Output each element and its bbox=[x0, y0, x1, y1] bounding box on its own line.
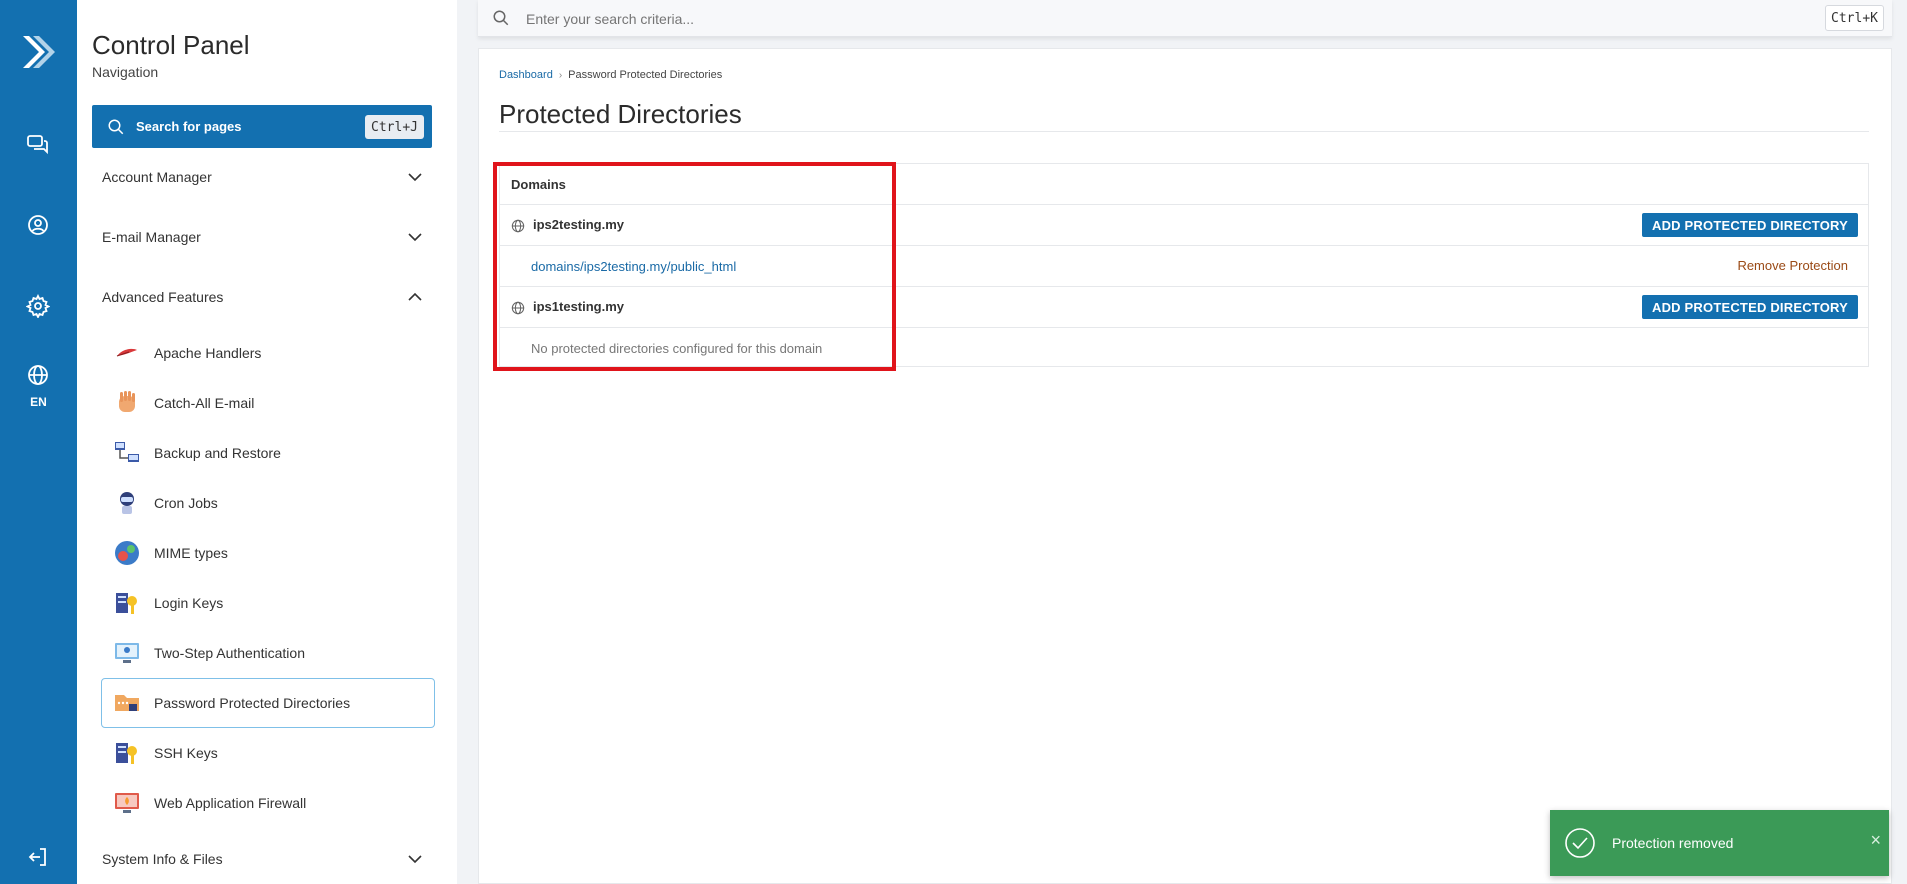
chevron-right-icon: › bbox=[558, 69, 563, 81]
chevron-down-icon bbox=[408, 855, 422, 864]
section-label: System Info & Files bbox=[102, 851, 223, 867]
key-icon bbox=[114, 590, 140, 616]
firewall-icon bbox=[114, 790, 140, 816]
global-search-shortcut: Ctrl+K bbox=[1825, 5, 1884, 31]
column-header-domains: Domains bbox=[511, 176, 566, 192]
monitor-icon bbox=[114, 640, 140, 666]
sidebar-item-ssh-keys[interactable]: SSH Keys bbox=[101, 728, 435, 778]
chevron-down-icon bbox=[408, 173, 422, 182]
sidebar-item-label: MIME types bbox=[154, 545, 228, 561]
section-account-manager[interactable]: Account Manager bbox=[102, 162, 427, 192]
section-label: Account Manager bbox=[102, 169, 212, 185]
table-row-directory: domains/ips2testing.my/public_html Remov… bbox=[500, 246, 1868, 287]
robot-icon bbox=[114, 490, 140, 516]
title-divider bbox=[499, 131, 1869, 132]
sidebar-item-label: SSH Keys bbox=[154, 745, 218, 761]
domain-name: ips2testing.my bbox=[533, 217, 625, 233]
main-panel: Dashboard › Password Protected Directori… bbox=[478, 48, 1892, 884]
feather-icon bbox=[114, 340, 140, 366]
breadcrumb-current: Password Protected Directories bbox=[568, 69, 723, 81]
protected-directory-link[interactable]: domains/ips2testing.my/public_html bbox=[500, 259, 736, 274]
sidebar-item-catch-all-email[interactable]: Catch-All E-mail bbox=[101, 378, 435, 428]
check-circle-icon bbox=[1565, 828, 1595, 858]
sidebar-item-label: Catch-All E-mail bbox=[154, 395, 255, 411]
language-label[interactable]: EN bbox=[0, 395, 77, 409]
sidebar-item-label: Web Application Firewall bbox=[154, 795, 307, 811]
domain-name: ips1testing.my bbox=[533, 299, 625, 315]
sidebar-item-label: Cron Jobs bbox=[154, 495, 218, 511]
sidebar-item-apache-handlers[interactable]: Apache Handlers bbox=[101, 328, 435, 378]
toast-message: Protection removed bbox=[1612, 835, 1734, 851]
close-icon[interactable]: × bbox=[1870, 830, 1881, 851]
table-header: Domains bbox=[500, 164, 1868, 205]
sidebar-item-cron-jobs[interactable]: Cron Jobs bbox=[101, 478, 435, 528]
sidebar-item-label: Login Keys bbox=[154, 595, 224, 611]
table-row-domain: ips1testing.my ADD PROTECTED DIRECTORY bbox=[500, 287, 1868, 328]
logout-icon[interactable] bbox=[24, 843, 52, 871]
network-icon bbox=[114, 440, 140, 466]
sidebar-item-label: Backup and Restore bbox=[154, 445, 281, 461]
add-protected-directory-button[interactable]: ADD PROTECTED DIRECTORY bbox=[1641, 213, 1858, 237]
sidebar-item-mime-types[interactable]: MIME types bbox=[101, 528, 435, 578]
search-icon bbox=[106, 117, 126, 137]
page-search-label: Search for pages bbox=[136, 119, 242, 134]
sidebar-item-backup-and-restore[interactable]: Backup and Restore bbox=[101, 428, 435, 478]
sidebar-item-label: Password Protected Directories bbox=[154, 695, 351, 711]
remove-protection-link[interactable]: Remove Protection bbox=[1737, 258, 1848, 273]
sidebar-title: Control Panel bbox=[92, 30, 250, 60]
sidebar-subtitle: Navigation bbox=[92, 64, 159, 80]
section-advanced-features[interactable]: Advanced Features bbox=[102, 282, 427, 312]
page-search-button[interactable]: Search for pages Ctrl+J bbox=[92, 105, 432, 148]
sidebar-item-login-keys[interactable]: Login Keys bbox=[101, 578, 435, 628]
chevron-up-icon bbox=[408, 292, 422, 301]
sidebar-item-web-application-firewall[interactable]: Web Application Firewall bbox=[101, 778, 435, 828]
success-toast: Protection removed × bbox=[1550, 810, 1889, 876]
table-row-empty: No protected directories configured for … bbox=[500, 328, 1868, 369]
globe-icon[interactable] bbox=[24, 361, 52, 389]
sidebar-item-password-protected-directories[interactable]: Password Protected Directories bbox=[101, 678, 435, 728]
page-title: Protected Directories bbox=[499, 99, 742, 129]
breadcrumb: Dashboard › Password Protected Directori… bbox=[499, 69, 722, 81]
chat-icon[interactable] bbox=[24, 130, 52, 158]
empty-state-message: No protected directories configured for … bbox=[531, 341, 823, 356]
sidebar-item-two-step-authentication[interactable]: Two-Step Authentication bbox=[101, 628, 435, 678]
add-protected-directory-button[interactable]: ADD PROTECTED DIRECTORY bbox=[1641, 295, 1858, 319]
domains-table: Domains ips2testing.my ADD PROTECTED DIR… bbox=[499, 163, 1869, 367]
sidebar: Control Panel Navigation Search for page… bbox=[77, 0, 457, 884]
logo-icon[interactable] bbox=[17, 32, 57, 72]
top-search-bar: Ctrl+K bbox=[478, 0, 1892, 37]
section-email-manager[interactable]: E-mail Manager bbox=[102, 222, 427, 252]
sidebar-item-label: Two-Step Authentication bbox=[154, 645, 305, 661]
user-icon[interactable] bbox=[24, 211, 52, 239]
search-icon bbox=[493, 10, 509, 26]
chevron-down-icon bbox=[408, 233, 422, 242]
global-search-input[interactable] bbox=[526, 7, 1776, 31]
globe-icon bbox=[511, 219, 525, 232]
section-label: Advanced Features bbox=[102, 289, 224, 305]
left-rail: EN bbox=[0, 0, 77, 884]
hand-icon bbox=[114, 390, 140, 416]
folder-lock-icon bbox=[114, 690, 140, 716]
section-label: E-mail Manager bbox=[102, 229, 201, 245]
gear-icon[interactable] bbox=[24, 292, 52, 320]
breadcrumb-dashboard-link[interactable]: Dashboard bbox=[499, 69, 553, 81]
sidebar-item-label: Apache Handlers bbox=[154, 345, 262, 361]
mime-icon bbox=[114, 540, 140, 566]
table-row-domain: ips2testing.my ADD PROTECTED DIRECTORY bbox=[500, 205, 1868, 246]
key-icon bbox=[114, 740, 140, 766]
page-search-shortcut: Ctrl+J bbox=[365, 115, 424, 139]
globe-icon bbox=[511, 301, 525, 314]
section-system-info-files[interactable]: System Info & Files bbox=[102, 844, 427, 874]
